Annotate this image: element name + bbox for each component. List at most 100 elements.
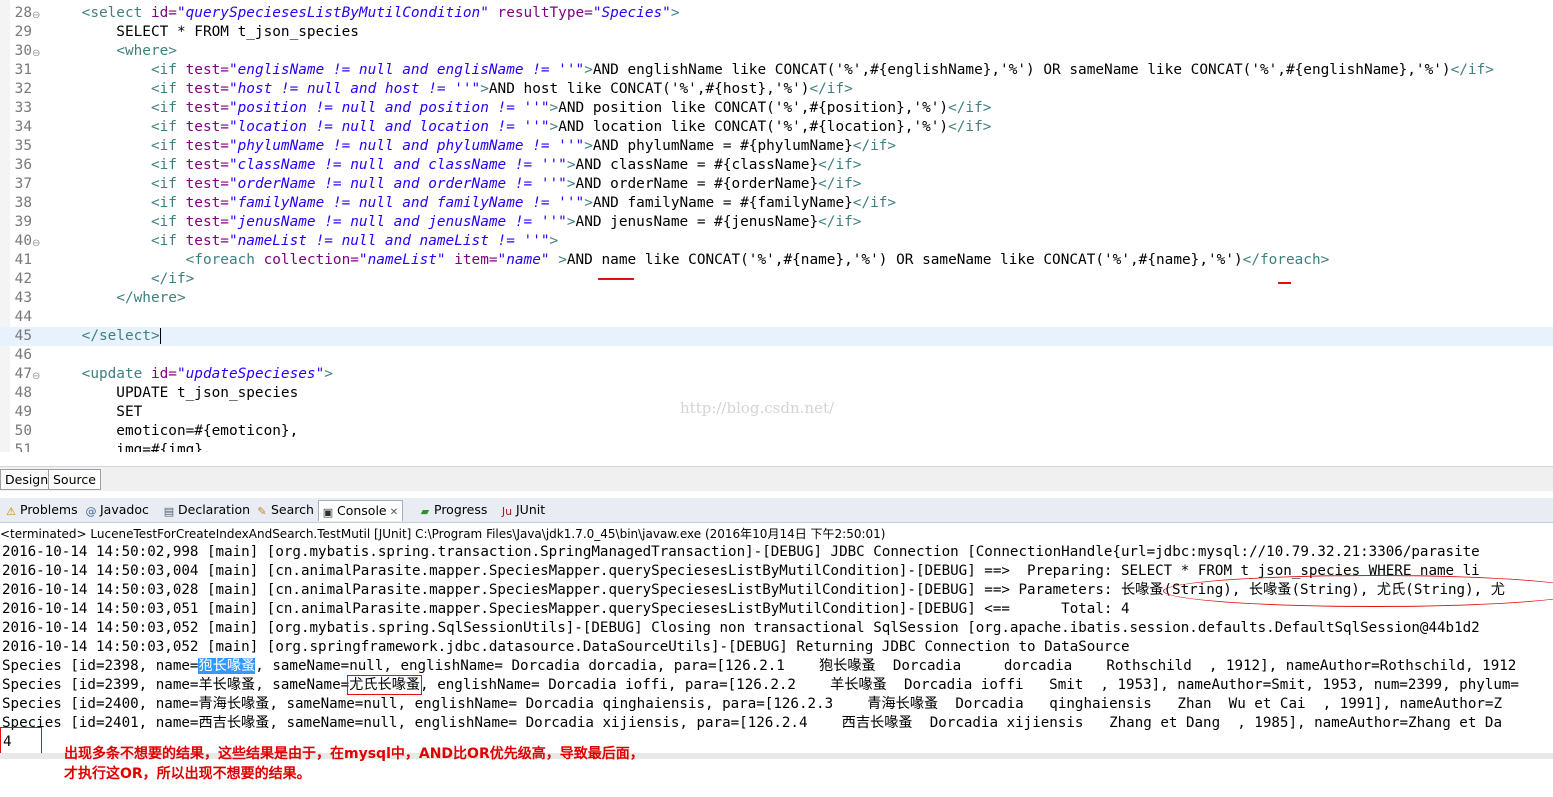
code-line[interactable]: 46 [0,346,1553,365]
code-line[interactable]: 32 <if test="host != null and host != ''… [0,80,1553,99]
species-result-line: Species [id=2401, name=西吉长喙蚤, sameName=n… [2,715,1502,731]
console-status: <terminated> LuceneTestForCreateIndexAnd… [0,527,886,541]
tab-label: Search [271,502,314,517]
console-output[interactable]: 2016-10-14 14:50:02,998 [main] [org.myba… [0,543,1553,761]
species-result-line: Species [id=2398, name=狍长喙蚤, sameName=nu… [2,658,1517,674]
line-number: 33 [14,100,32,116]
tab-design[interactable]: Design [0,469,54,490]
line-number: 41 [14,252,32,268]
code-text: <if test="location != null and location … [150,119,992,135]
line-number: 46 [14,347,32,363]
line-number: 28 [14,5,32,21]
code-text: emoticon=#{emoticon}, [47,423,299,439]
code-text: <where> [116,43,177,59]
code-text: <if test="orderName != null and orderNam… [150,176,862,192]
code-line[interactable]: 41 <foreach collection="nameList" item="… [0,251,1553,270]
line-number: 50 [14,423,32,439]
bottom-panel-tabs: ⚠ Problems @ Javadoc ▤ Declaration ✎ Search ▣ Con… [0,498,1553,523]
code-line[interactable]: 35 <if test="phylumName != null and phyl… [0,137,1553,156]
console-icon: ▣ [322,506,334,519]
editor-mode-tabs: Design Source [0,466,1553,491]
code-text: img=#{img}, [47,442,212,452]
tab-label: Declaration [178,502,251,517]
log-line: 2016-10-14 14:50:02,998 [main] [org.myba… [2,544,1480,560]
code-text: <if test="phylumName != null and phylumN… [150,138,897,154]
code-line[interactable]: 45 </select> [0,327,1553,346]
declaration-icon: ▤ [163,505,175,518]
code-line[interactable]: 43 </where> [0,289,1553,308]
javadoc-icon: @ [85,505,97,518]
tab-console[interactable]: ▣ Console ✕ [318,500,404,521]
code-line[interactable]: 33 <if test="position != null and positi… [0,99,1553,118]
line-number: 37 [14,176,32,192]
code-line[interactable]: 47 ⊖ <update id="updateSpecieses"> [0,365,1553,384]
code-text: <if test="familyName != null and familyN… [150,195,897,211]
annotation-box-samename: 尤氏长喙蚤 [347,675,423,695]
tab-declaration[interactable]: ▤ Declaration [160,500,250,520]
line-number: 39 [14,214,32,230]
code-line[interactable]: 38 <if test="familyName != null and fami… [0,194,1553,213]
species-result-line: Species [id=2400, name=青海长喙蚤, sameName=n… [2,696,1502,712]
line-number: 43 [14,290,32,306]
code-text: <if test="host != null and host != ''">A… [150,81,853,97]
code-text: SELECT * FROM t_json_species [47,24,359,40]
code-line[interactable]: 40 ⊖ <if test="nameList != null and nameL… [0,232,1553,251]
line-number: 44 [14,309,32,325]
code-line[interactable]: 31 <if test="englisName != null and engl… [0,61,1553,80]
tab-label: Javadoc [100,502,149,517]
code-line[interactable]: 51 img=#{img}, [0,441,1553,452]
tab-search[interactable]: ✎ Search [253,500,314,520]
problems-icon: ⚠ [6,505,16,518]
line-number: 31 [14,62,32,78]
tab-label: Problems [20,502,78,517]
watermark: http://blog.csdn.net/ [680,399,835,417]
tab-label: Progress [434,502,488,517]
line-number: 48 [14,385,32,401]
tab-junit[interactable]: Ju JUnit [498,500,545,520]
line-number: 49 [14,404,32,420]
tab-source[interactable]: Source [48,469,101,490]
line-number: 45 [14,328,32,344]
code-line[interactable]: 28 ⊖ <select id="querySpeciesesListByMuti… [0,4,1553,23]
code-line[interactable]: 36 <if test="className != null and class… [0,156,1553,175]
line-number: 42 [14,271,32,287]
tab-problems[interactable]: ⚠ Problems [2,500,78,520]
code-line[interactable]: 37 <if test="orderName != null and order… [0,175,1553,194]
code-text: <select id="querySpeciesesListByMutilCon… [81,5,680,21]
species-result-line: Species [id=2399, name=羊长喙蚤, sameName=尤氏… [2,675,1519,695]
code-text: <if test="position != null and position … [150,100,992,116]
code-line[interactable]: 29 SELECT * FROM t_json_species [0,23,1553,42]
annotation-note-line1: 出现多条不想要的结果，这些结果是由于，在mysql中，AND比OR优先级高，导致… [64,746,644,762]
code-line[interactable]: 30 ⊖ <where> [0,42,1553,61]
code-line[interactable]: 39 <if test="jenusName != null and jenus… [0,213,1553,232]
tab-javadoc[interactable]: @ Javadoc [82,500,149,520]
annotation-underline-paren [1278,282,1291,284]
code-text: <if test="className != null and classNam… [150,157,862,173]
line-number: 38 [14,195,32,211]
code-line[interactable]: 50 emoticon=#{emoticon}, [0,422,1553,441]
xml-editor[interactable]: 28 ⊖ <select id="querySpeciesesListByMuti… [0,0,1553,452]
tab-label: Console [337,503,387,518]
search-icon: ✎ [257,505,267,518]
code-text: <update id="updateSpecieses"> [81,366,333,382]
close-icon[interactable]: ✕ [387,507,398,518]
line-number: 40 [14,233,32,249]
line-number: 51 [14,442,32,452]
code-text: <if test="englisName != null and englisN… [150,62,1494,78]
code-text: UPDATE t_json_species [47,385,299,401]
code-text: </select> [81,328,161,344]
tab-progress[interactable]: ▰ Progress [416,500,488,520]
code-line[interactable]: 42 </if> [0,270,1553,289]
log-line: 2016-10-14 14:50:03,052 [main] [org.myba… [2,620,1480,636]
code-line[interactable]: 44 [0,308,1553,327]
code-text: <if test="nameList != null and nameList … [150,233,559,249]
code-text: </if> [150,271,195,287]
line-number: 32 [14,81,32,97]
code-text: <if test="jenusName != null and jenusNam… [150,214,862,230]
code-text: SET [47,404,143,420]
line-number: 30 [14,43,32,59]
junit-icon: Ju [501,505,513,518]
line-number: 29 [14,24,32,40]
code-line[interactable]: 34 <if test="location != null and locati… [0,118,1553,137]
annotation-underline-and [598,278,634,280]
